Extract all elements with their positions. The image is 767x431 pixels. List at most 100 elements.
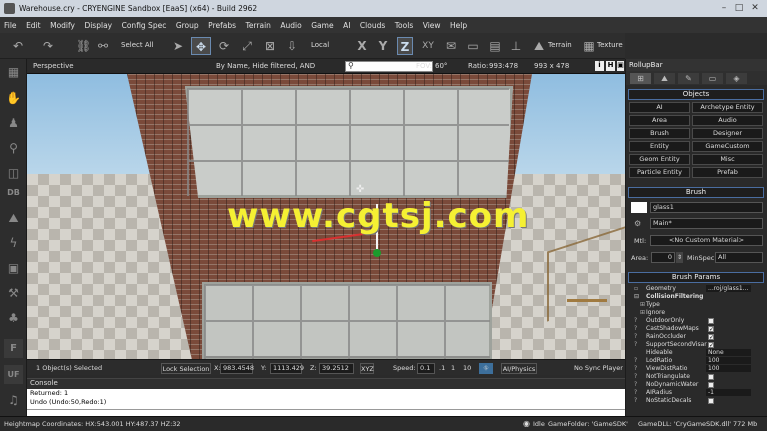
layers-tab-icon[interactable]: ◈ <box>726 73 747 84</box>
undo-icon[interactable]: ↶ <box>10 37 26 55</box>
mail-icon[interactable]: ✉ <box>443 37 459 55</box>
z-coordinate-field[interactable]: 39.2512 <box>319 363 354 374</box>
redo-icon[interactable]: ↷ <box>40 37 56 55</box>
helpers-button[interactable]: H <box>606 61 615 71</box>
menu-game[interactable]: Game <box>311 21 333 30</box>
select-all-dropdown[interactable]: Select All <box>121 41 154 49</box>
param-row[interactable]: ? CastShadowMaps ✓ <box>628 325 764 333</box>
axis-x-button[interactable]: X <box>355 37 369 55</box>
param-row[interactable]: ? NoDynamicWater <box>628 381 764 389</box>
brush-layer-field[interactable]: Main* <box>650 218 763 229</box>
maximize-viewport-icon[interactable]: ▣ <box>617 61 624 71</box>
speed-field[interactable]: 0.1 <box>417 363 435 374</box>
object-brush-button[interactable]: Brush <box>629 128 690 139</box>
object-audio-button[interactable]: Audio <box>692 115 763 126</box>
param-row[interactable]: ? ViewDistRatio 100 <box>628 365 764 373</box>
object-misc-button[interactable]: Misc <box>692 154 763 165</box>
object-designer-button[interactable]: Designer <box>692 128 763 139</box>
object-prefab-button[interactable]: Prefab <box>692 167 763 178</box>
rain-occluder-checkbox[interactable]: ✓ <box>708 334 714 341</box>
lock-selection-button[interactable]: Lock Selection <box>161 363 211 374</box>
menu-modify[interactable]: Modify <box>50 21 75 30</box>
ui-flowgraph-button[interactable]: UF <box>4 365 23 384</box>
close-icon[interactable]: ✕ <box>749 2 761 14</box>
camera-icon[interactable]: ◫ <box>4 164 23 183</box>
hand-icon[interactable]: ✋ <box>4 89 23 108</box>
axis-y-button[interactable]: Y <box>376 37 390 55</box>
menu-config-spec[interactable]: Config Spec <box>122 21 167 30</box>
gizmo-center-icon[interactable] <box>373 249 381 257</box>
param-row[interactable]: ? NotTriangulate <box>628 373 764 381</box>
drop-icon[interactable]: ⇩ <box>284 37 300 55</box>
no-static-decals-checkbox[interactable] <box>708 398 714 404</box>
expand-icon[interactable]: ⊞ <box>640 309 645 317</box>
display-tab-icon[interactable]: ▭ <box>702 73 723 84</box>
object-gamecustom-button[interactable]: GameCustom <box>692 141 763 152</box>
support-second-visarea-checkbox[interactable]: ✓ <box>708 342 714 349</box>
scale-icon[interactable]: ⤢ <box>239 37 255 55</box>
perspective-viewport[interactable]: ✜ www.cgtsj.com <box>27 74 625 359</box>
menu-view[interactable]: View <box>423 21 441 30</box>
pin-icon[interactable]: ⊥ <box>509 37 523 55</box>
console-input[interactable] <box>27 409 625 416</box>
param-row[interactable]: ? SupportSecondVisar ✓ <box>628 341 764 349</box>
wrench-icon[interactable]: ⚒ <box>4 284 23 303</box>
viewport-name[interactable]: Perspective <box>33 62 74 70</box>
objects-section-header[interactable]: Objects <box>628 89 764 100</box>
menu-clouds[interactable]: Clouds <box>360 21 385 30</box>
object-area-button[interactable]: Area <box>629 115 690 126</box>
object-entity-button[interactable]: Entity <box>629 141 690 152</box>
object-particle-entity-button[interactable]: Particle Entity <box>629 167 690 178</box>
param-row[interactable]: ⊞ Type <box>628 301 764 309</box>
rotate-icon[interactable]: ⟳ <box>216 37 232 55</box>
speed-preset-1[interactable]: .1 <box>439 363 445 374</box>
character-icon[interactable]: ♟ <box>4 114 23 133</box>
select-arrow-icon[interactable]: ➤ <box>170 37 186 55</box>
sync-player-button[interactable]: No Sync Player <box>574 363 623 374</box>
menu-audio[interactable]: Audio <box>280 21 301 30</box>
param-row[interactable]: ? OutdoorOnly <box>628 317 764 325</box>
param-row[interactable]: ▫ Geometry ...roj/glass1... <box>628 285 764 293</box>
texture-button[interactable]: Texture <box>597 41 623 49</box>
layer-icon[interactable]: ▤ <box>487 37 503 55</box>
brush-params-section-header[interactable]: Brush Params <box>628 272 764 283</box>
param-row[interactable]: Hideable None <box>628 349 764 357</box>
cast-shadow-checkbox[interactable]: ✓ <box>708 326 714 333</box>
param-row[interactable]: ? NoStaticDecals <box>628 397 764 405</box>
param-row[interactable]: ⊞ Ignore <box>628 309 764 317</box>
texture-icon[interactable]: ▦ <box>583 37 595 55</box>
filter-mode[interactable]: By Name, Hide filtered, AND <box>216 62 315 70</box>
menu-display[interactable]: Display <box>84 21 112 30</box>
menu-edit[interactable]: Edit <box>26 21 41 30</box>
terrain-tool-icon[interactable]: ⛰ <box>4 209 23 228</box>
move-icon[interactable]: ✥ <box>191 37 211 55</box>
minspec-dropdown[interactable]: All <box>715 252 763 263</box>
menu-terrain[interactable]: Terrain <box>246 21 271 30</box>
menu-ai[interactable]: AI <box>343 21 350 30</box>
flowgraph-button[interactable]: F <box>4 339 23 358</box>
run-icon[interactable]: ⚲ <box>4 139 23 158</box>
y-coordinate-field[interactable]: 1113.429 <box>270 363 304 374</box>
menu-group[interactable]: Group <box>176 21 199 30</box>
tree-icon[interactable]: ♣ <box>4 309 23 328</box>
param-row[interactable]: ? RainOccluder ✓ <box>628 333 764 341</box>
lightning-icon[interactable]: ϟ <box>4 234 23 253</box>
objects-tab-icon[interactable]: ⊞ <box>630 73 651 84</box>
object-geom-entity-button[interactable]: Geom Entity <box>629 154 690 165</box>
cube-icon[interactable]: ▣ <box>4 259 23 278</box>
material-button[interactable]: <No Custom Material> <box>650 235 763 246</box>
game-mode-icon[interactable]: ⛗ <box>479 363 493 374</box>
not-triangulate-checkbox[interactable] <box>708 374 714 380</box>
terrain-icon[interactable]: ⛰ <box>532 37 546 55</box>
outdoor-only-checkbox[interactable] <box>708 318 714 324</box>
brush-color-swatch[interactable] <box>631 202 647 213</box>
no-dynamic-water-checkbox[interactable] <box>708 382 714 388</box>
brush-section-header[interactable]: Brush <box>628 187 764 198</box>
param-group-row[interactable]: ⊟ CollisionFiltering <box>628 293 764 301</box>
area-spinner-icon[interactable]: ⇕ <box>676 252 683 263</box>
terrain-button[interactable]: Terrain <box>548 41 572 49</box>
xyz-button[interactable]: XYZ <box>360 363 374 374</box>
database-button[interactable]: DB <box>4 183 23 202</box>
menu-tools[interactable]: Tools <box>395 21 413 30</box>
speed-preset-3[interactable]: 10 <box>463 363 471 374</box>
